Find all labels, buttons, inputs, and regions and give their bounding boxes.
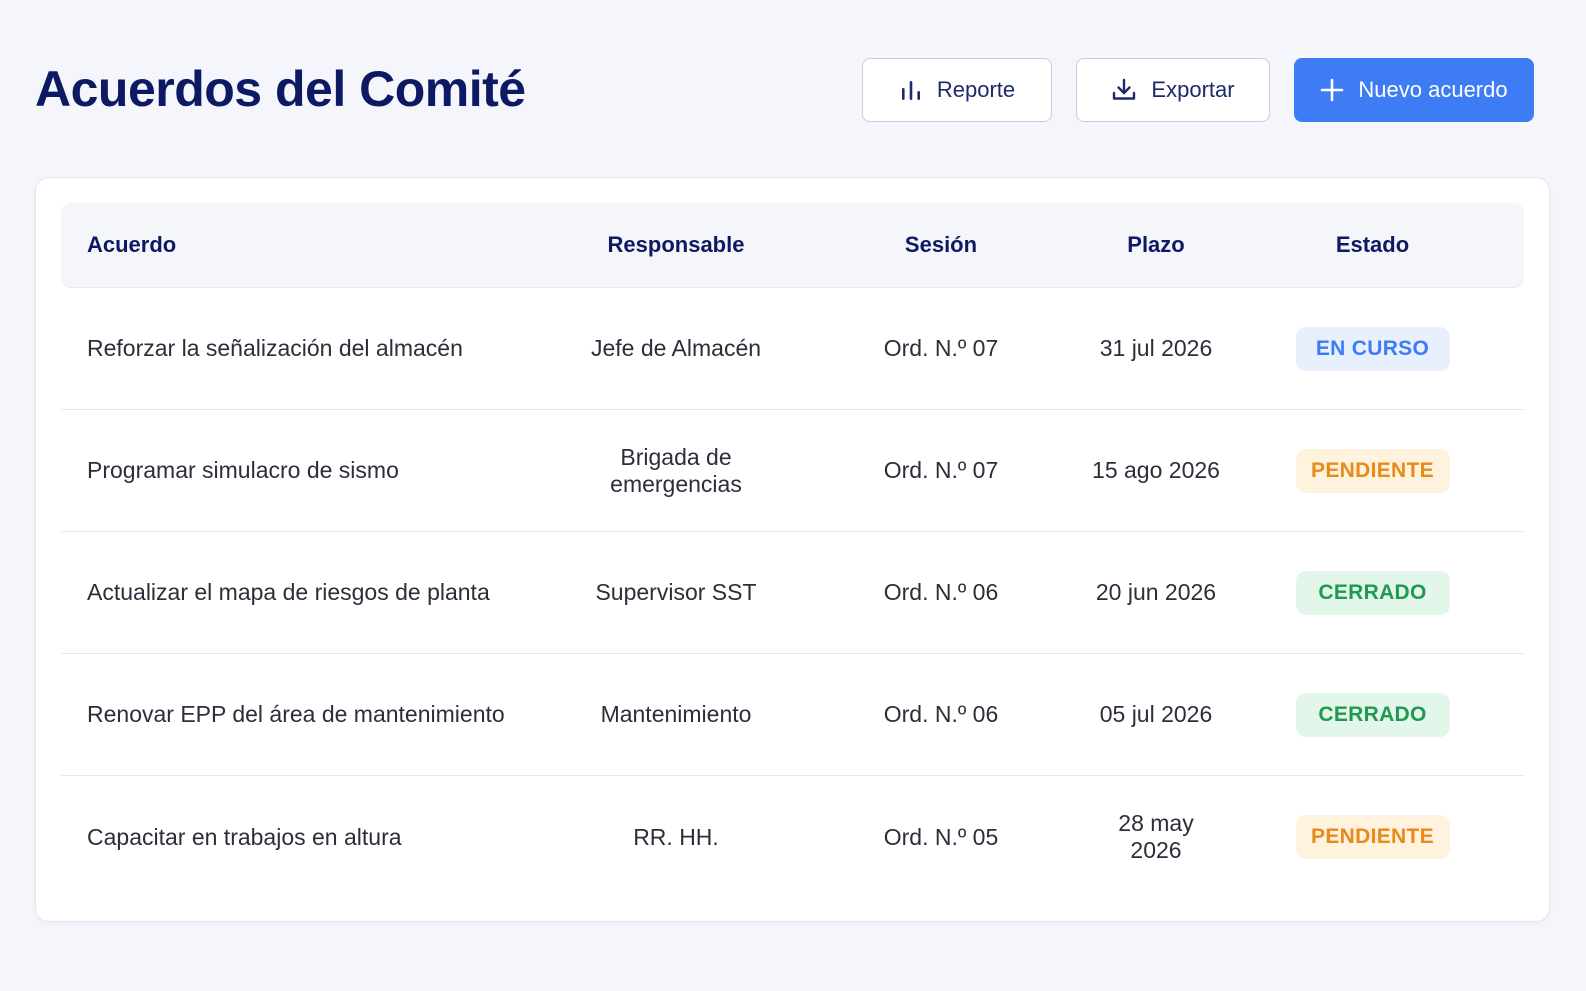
cell-plazo: 31 jul 2026 [1099,335,1213,361]
new-agreement-button-label: Nuevo acuerdo [1358,77,1508,102]
cell-acuerdo: Renovar EPP del área de mantenimiento [87,701,505,727]
cell-acuerdo: Programar simulacro de sismo [87,457,399,483]
cell-plazo: 05 jul 2026 [1099,701,1213,727]
cell-acuerdo: Actualizar el mapa de riesgos de planta [87,579,490,605]
status-badge: PENDIENTE [1295,815,1450,859]
table-row[interactable]: Actualizar el mapa de riesgos de planta … [61,532,1524,654]
toolbar: Reporte Exportar Nuevo acuerdo [862,58,1534,122]
status-badge: PENDIENTE [1295,448,1450,493]
report-button[interactable]: Reporte [862,58,1052,122]
column-header-responsable[interactable]: Responsable [561,232,791,258]
cell-acuerdo: Reforzar la señalización del almacén [87,335,463,361]
status-badge: CERRADO [1295,570,1450,615]
cell-sesion: Ord. N.º 07 [883,335,999,361]
cell-plazo: 28 may 2026 [1118,810,1194,863]
cell-responsable: Mantenimiento [600,701,752,727]
cell-responsable: RR. HH. [633,823,719,850]
status-badge: EN CURSO [1295,326,1450,371]
table-row[interactable]: Reforzar la señalización del almacén Jef… [61,288,1524,410]
agreements-card: Acuerdo Responsable Sesión Plazo Estado … [35,177,1550,922]
cell-responsable: Brigada de emergencias [610,443,742,497]
plus-icon [1320,78,1344,102]
page-title: Acuerdos del Comité [35,61,526,117]
column-header-plazo[interactable]: Plazo [1091,232,1221,258]
column-header-acuerdo[interactable]: Acuerdo [61,232,561,258]
table-row[interactable]: Renovar EPP del área de mantenimiento Ma… [61,654,1524,776]
bar-chart-icon [899,78,923,102]
cell-sesion: Ord. N.º 05 [883,823,999,850]
column-header-estado[interactable]: Estado [1221,232,1524,258]
cell-responsable: Jefe de Almacén [590,335,762,361]
table-header: Acuerdo Responsable Sesión Plazo Estado [61,203,1524,288]
cell-sesion: Ord. N.º 07 [883,457,999,483]
new-agreement-button[interactable]: Nuevo acuerdo [1294,58,1534,122]
export-button-label: Exportar [1151,77,1235,102]
status-badge: CERRADO [1295,692,1450,737]
table-row[interactable]: Capacitar en trabajos en altura RR. HH. … [61,776,1524,898]
agreements-table: Acuerdo Responsable Sesión Plazo Estado … [61,203,1524,898]
report-button-label: Reporte [936,77,1016,102]
cell-responsable: Supervisor SST [595,579,757,605]
export-button[interactable]: Exportar [1076,58,1270,122]
cell-plazo: 15 ago 2026 [1092,457,1220,483]
table-row[interactable]: Programar simulacro de sismo Brigada de … [61,410,1524,532]
cell-sesion: Ord. N.º 06 [883,579,999,605]
download-icon [1111,77,1137,103]
cell-acuerdo: Capacitar en trabajos en altura [87,823,402,850]
cell-plazo: 20 jun 2026 [1095,579,1217,605]
cell-sesion: Ord. N.º 06 [883,701,999,727]
column-header-sesion[interactable]: Sesión [791,232,1091,258]
